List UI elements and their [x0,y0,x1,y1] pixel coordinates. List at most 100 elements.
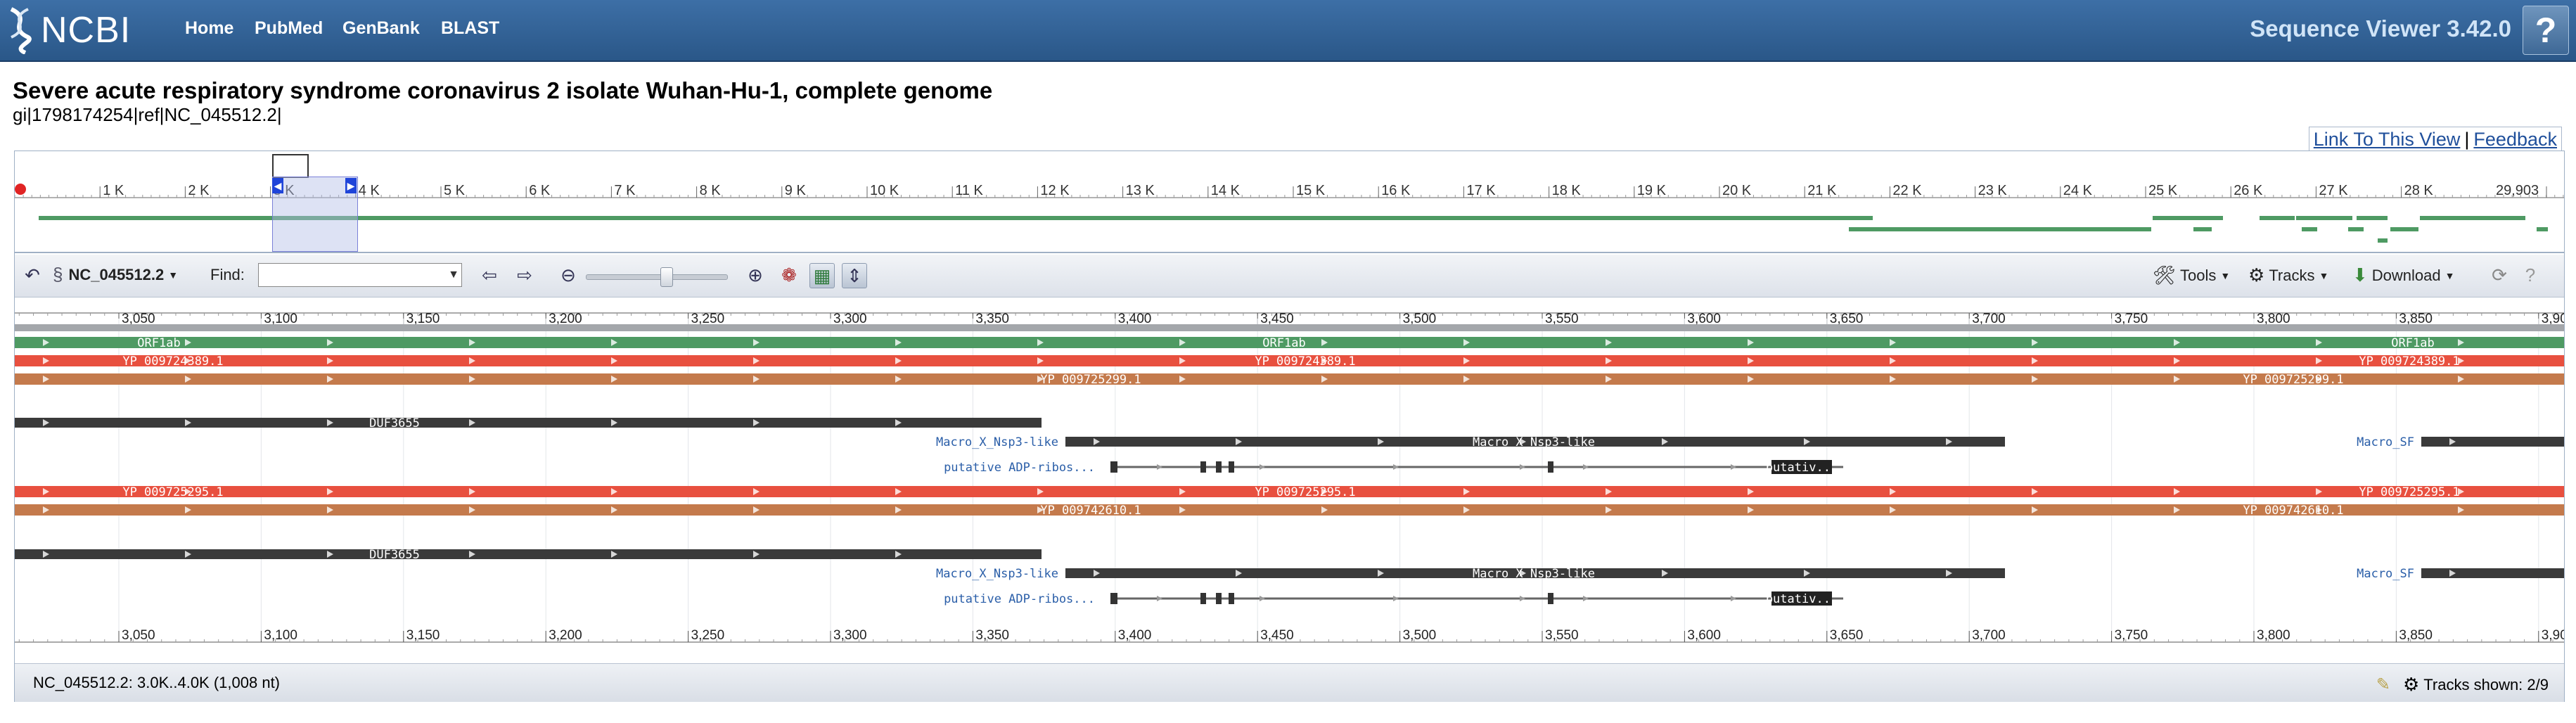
overview-tick-label: 1 K [103,183,124,198]
collapse-expand-icon[interactable]: ⇕ [842,263,867,288]
overview-tick-label: 22 K [1892,183,1922,198]
ruler-tick-label: 3,700 [1972,312,2006,326]
ncbi-logo[interactable]: NCBI [4,4,131,56]
ruler-tick-label: 3,850 [2399,312,2433,326]
overview-tick-label: 5 K [444,183,466,198]
nav-pubmed[interactable]: PubMed [255,18,323,39]
feature-side-label: putative ADP-ribos... [944,592,1095,606]
tools-menu[interactable]: 🛠 Tools ▼ [2153,264,2230,286]
range-left-handle[interactable]: ◀ [272,178,283,193]
track-layout-icon[interactable]: ▦ [809,263,835,288]
tools-label: Tools [2180,266,2217,284]
zoom-out-icon[interactable]: ⊖ [556,263,580,287]
ruler-tick-label: 3,400 [1118,628,1152,643]
ruler-tick-label: 3,250 [691,312,725,326]
overview-tick-label: 28 K [2404,183,2434,198]
overview-panel[interactable]: 1 K2 K3 K4 K5 K6 K7 K8 K9 K 10 K 11 K 12 K1… [14,151,2564,253]
find-input[interactable] [258,263,462,287]
pan-left-icon[interactable]: ⇦ [478,263,501,287]
origin-marker [15,184,26,195]
accession-selector[interactable]: § NC_045512.2 ▼ [53,264,178,286]
tracks-shown[interactable]: ✎ ⚙ Tracks shown: 2/9 [2376,674,2549,696]
ruler-tick-label: 3,900 [2542,312,2564,326]
tracks-menu[interactable]: ⚙ Tracks ▼ [2248,264,2328,286]
ruler-tick-label: 3,200 [549,312,582,326]
strand-arrow [1393,596,1399,601]
feature-label: Macro_X_Nsp3-like [1473,435,1595,449]
ruler-tick-label: 3,150 [406,312,440,326]
overview-tick-label: 20 K [1722,183,1752,198]
ruler-tick-label: 3,150 [406,628,440,643]
graphical-panel[interactable]: 3,050 3,100 3,150 3,200 3,250 3,300 3,350 3,400… [15,297,2564,658]
zoom-slider-thumb[interactable] [660,267,673,287]
feature-label: YP_009725295.1 [122,485,223,499]
overview-tick-label: 21 K [1807,183,1837,198]
ruler-tick-label: 3,650 [1830,312,1864,326]
link-to-this-view[interactable]: Link To This View [2314,129,2461,150]
overview-gene-bar [2390,227,2418,231]
overview-tick-label: 4 K [359,183,380,198]
overview-tick-label: 13 K [1126,183,1155,198]
feature-label: YP_009724389.1 [2359,354,2459,369]
overview-tick-label: 17 K [1466,183,1496,198]
undo-icon[interactable]: ↶ [20,263,44,287]
ruler-tick-label: 3,300 [833,628,867,643]
ruler-tick-label: 3,500 [1403,312,1437,326]
ruler-tick-label: 3,200 [549,628,582,643]
chevron-down-icon: ▼ [2319,269,2329,281]
ruler-tick-label: 3,250 [691,628,725,643]
overview-drag-tab[interactable] [272,154,309,178]
feature-label: ORF1ab [2391,336,2434,350]
sequence-viewer: 1 K2 K3 K4 K5 K6 K7 K8 K9 K 10 K 11 K 12 K1… [14,151,2565,702]
feedback-link[interactable]: Feedback [2473,129,2557,150]
zoom-in-icon[interactable]: ⊕ [743,263,767,287]
download-label: Download [2371,266,2441,284]
help-menu-icon[interactable]: ? [2518,263,2542,287]
refresh-icon[interactable]: ⟳ [2487,263,2511,287]
overview-tick-label: 7 K [614,183,636,198]
pencil-icon[interactable]: ✎ [2376,674,2390,695]
page-title: Severe acute respiratory syndrome corona… [13,77,993,103]
accession-label: NC_045512.2 [68,265,165,283]
site-block [1548,593,1553,604]
download-menu[interactable]: ⬇ Download ▼ [2352,264,2455,286]
overview-gene-bar [2193,227,2212,231]
ruler-tick-label: 3,350 [975,312,1009,326]
nav-blast[interactable]: BLAST [441,18,499,39]
ruler-tick-label: 3,450 [1260,628,1294,643]
nav-genbank[interactable]: GenBank [342,18,420,39]
ruler-tick-label: 3,750 [2115,628,2148,643]
ruler-tick-label: 3,850 [2399,628,2433,643]
chevron-down-icon: ▼ [2220,269,2231,281]
sequence-zoom-icon[interactable]: ❁ [777,263,801,287]
site-block [1200,461,1206,473]
feature-label: YP_009725299.1 [1040,373,1141,387]
tracks-shown-label: Tracks shown: 2/9 [2423,675,2549,693]
ruler-tick-label: 3,050 [122,312,155,326]
ruler-tick-label: 3,100 [264,628,297,643]
strand-arrow [1583,464,1589,470]
help-button[interactable]: ? [2523,6,2569,55]
pan-right-icon[interactable]: ⇨ [513,263,537,287]
app-version: Sequence Viewer 3.42.0 [2250,15,2511,41]
feature-label: Macro_X_Nsp3-like [1473,567,1595,581]
overview-tick-label: 23 K [1978,183,2008,198]
ncbi-header: NCBI Home PubMed GenBank BLAST Sequence … [0,0,2576,62]
ruler-tick-label: 3,050 [122,628,155,643]
overview-tick-label: 12 K [1040,183,1070,198]
protein-feature-yp299 [15,373,2564,385]
find-dropdown-icon[interactable]: ▼ [447,264,461,286]
overview-gene-bar [2420,216,2525,220]
feature-label: YP_009724389.1 [1255,354,1355,369]
nav-home[interactable]: Home [185,18,233,39]
overview-tick-label: 11 K [955,183,983,198]
overview-gene-bar [2260,216,2295,220]
feature-label: YP_009725295.1 [2359,485,2459,499]
strand-arrow [1260,596,1265,601]
zoom-slider[interactable] [586,274,728,280]
range-right-handle[interactable]: ▶ [345,178,357,193]
domain-feature-duf3655 [15,549,1042,559]
overview-tick-label: 24 K [2063,183,2093,198]
overview-gene-bar [2302,227,2317,231]
overview-gene-bar [2537,227,2548,231]
